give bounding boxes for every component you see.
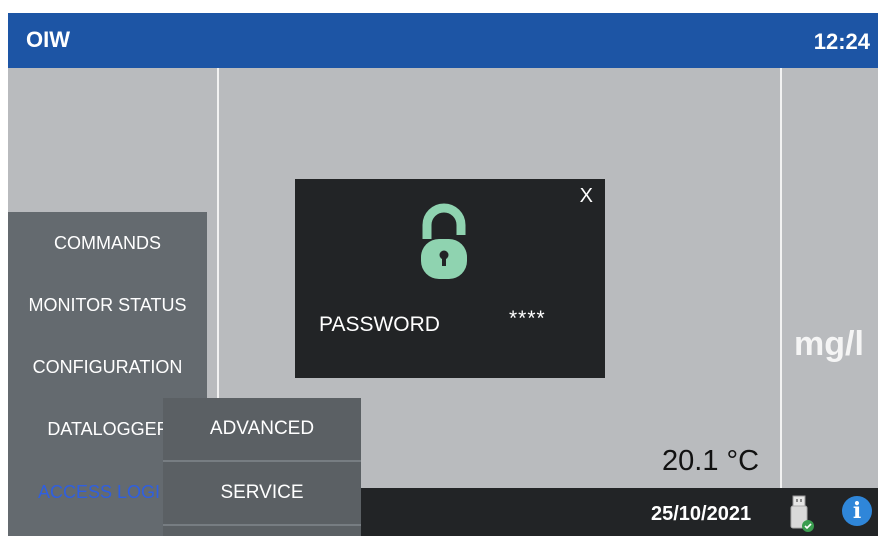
submenu-divider — [163, 524, 361, 526]
app-title: OIW — [26, 27, 70, 52]
submenu-item-advanced[interactable]: ADVANCED — [163, 398, 361, 460]
title-bar: OIW 12:24 — [8, 13, 878, 68]
usb-drive-icon[interactable] — [788, 494, 818, 536]
menu-item-commands[interactable]: COMMANDS — [8, 233, 207, 254]
divider-right — [780, 68, 782, 488]
access-submenu: ADVANCED SERVICE — [163, 398, 361, 536]
date-display: 25/10/2021 — [651, 503, 752, 525]
device-screen: OIW 12:24 mg/l 20.1 °C 25/10/2021 i COMM… — [8, 13, 878, 536]
menu-item-monitor-status[interactable]: MONITOR STATUS — [8, 295, 207, 316]
password-label: PASSWORD — [319, 313, 440, 336]
password-dialog: X PASSWORD **** — [295, 179, 605, 378]
menu-item-access-login[interactable]: ACCESS LOGI — [38, 482, 160, 503]
close-button[interactable]: X — [580, 185, 593, 208]
info-icon[interactable]: i — [842, 496, 872, 526]
clock: 12:24 — [813, 29, 870, 54]
submenu-item-service[interactable]: SERVICE — [163, 462, 361, 524]
menu-item-configuration[interactable]: CONFIGURATION — [8, 357, 207, 378]
lock-icon — [419, 203, 469, 288]
password-field[interactable]: **** — [509, 307, 546, 331]
temperature-reading: 20.1 °C — [662, 445, 760, 477]
measurement-unit: mg/l — [794, 325, 864, 363]
